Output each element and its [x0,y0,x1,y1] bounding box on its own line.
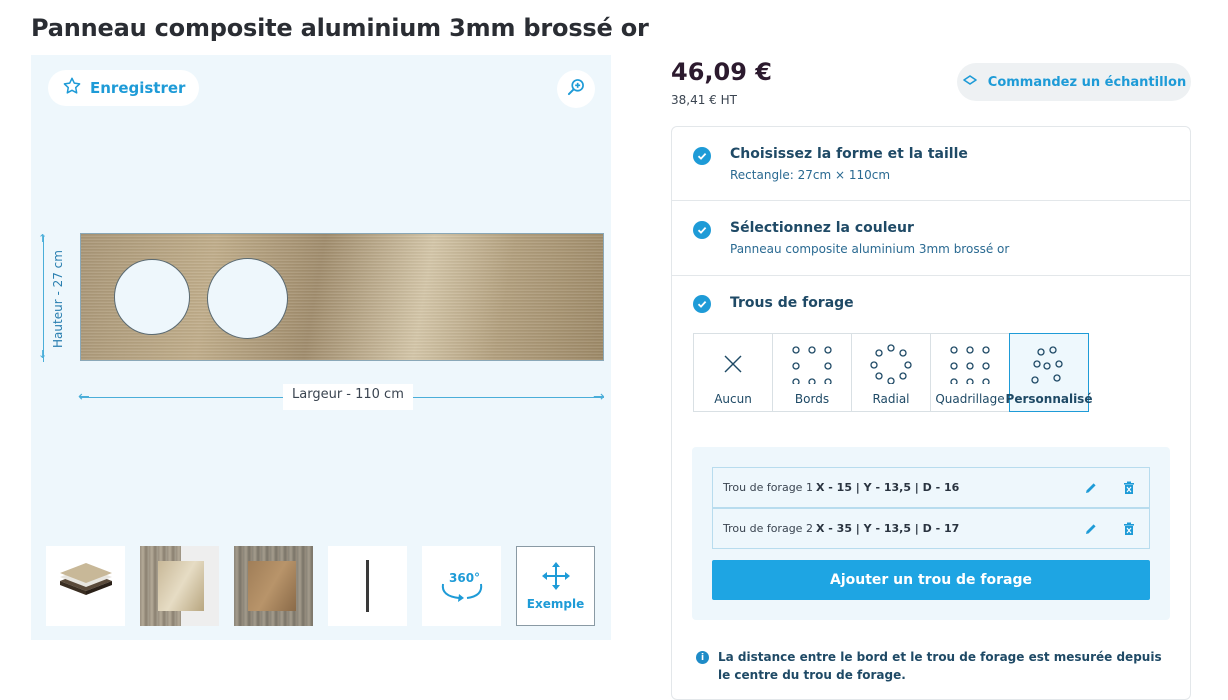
option-none[interactable]: Aucun [693,333,773,412]
hole-row-2: Trou de forage 2 X - 35 | Y - 13,5 | D -… [712,508,1150,549]
order-sample-button[interactable]: Commandez un échantillon [957,63,1191,101]
zoom-in-icon [566,77,586,101]
drill-hole-2 [207,258,288,339]
save-button[interactable]: Enregistrer [48,70,200,106]
height-dimension: ↑ ↓ Hauteur - 27 cm [22,232,65,362]
option-label: Radial [872,392,910,406]
thumb-example[interactable]: Exemple [516,546,595,626]
layers-icon [59,563,112,595]
delete-trash-icon[interactable] [1121,480,1137,496]
info-icon: i [696,651,709,664]
option-edges[interactable]: Bords [772,333,852,412]
custom-holes-panel: Trou de forage 1 X - 15 | Y - 13,5 | D -… [692,447,1170,620]
move-icon [541,562,570,590]
drill-hole-1 [114,259,190,335]
width-label: Largeur - 110 cm [283,384,413,410]
grid-icon [931,344,1009,384]
edges-icon [773,344,851,384]
height-label: Hauteur - 27 cm [50,246,65,352]
thumb-360[interactable]: 360° [422,546,501,626]
custom-icon [1010,344,1088,384]
step-title: Choisissez la forme et la taille [730,146,968,162]
option-label: Aucun [714,392,752,406]
check-icon [693,147,711,165]
step-title: Sélectionnez la couleur [730,220,914,236]
option-label: Bords [794,392,830,406]
thumb-layers[interactable] [46,546,125,626]
hole-row-1: Trou de forage 1 X - 15 | Y - 13,5 | D -… [712,467,1150,508]
edit-pencil-icon[interactable] [1083,480,1099,496]
info-note-text: La distance entre le bord et le trou de … [718,650,1162,682]
x-icon [694,344,772,384]
hole-row-actions [1083,521,1137,537]
step-color[interactable]: Sélectionnez la couleur Panneau composit… [672,201,1190,276]
swatch-icon [962,74,978,90]
radial-icon [852,344,930,384]
option-custom[interactable]: Personnalisé [1006,333,1092,412]
info-note: i La distance entre le bord et le trou d… [696,648,1166,684]
step-title-drill-holes: Trous de forage [730,295,854,311]
panel-preview [80,233,604,361]
step-subtitle: Panneau composite aluminium 3mm brossé o… [730,242,1010,256]
edit-pencil-icon[interactable] [1083,521,1099,537]
price-ht: 38,41 € HT [671,93,737,107]
hole-row-prefix: Trou de forage 1 [723,481,813,494]
height-dimension-line [43,236,44,362]
edge-profile-icon [366,560,369,612]
hole-row-actions [1083,480,1137,496]
delete-trash-icon[interactable] [1121,521,1137,537]
configurator: Choisissez la forme et la taille Rectang… [671,126,1191,700]
add-drill-hole-button[interactable]: Ajouter un trou de forage [712,560,1150,600]
save-label: Enregistrer [90,79,186,97]
thumb-edge-profile[interactable] [328,546,407,626]
option-label: Quadrillage [935,392,1005,406]
step-subtitle: Rectangle: 27cm × 110cm [730,168,891,182]
arrow-right-icon: → [593,389,605,405]
option-radial[interactable]: Radial [851,333,931,412]
check-icon [693,295,711,313]
product-title: Panneau composite aluminium 3mm brossé o… [31,14,649,42]
rotate-360-label: 360° [449,571,480,585]
hole-row-values: X - 15 | Y - 13,5 | D - 16 [815,481,960,494]
thumb-panel-gold [158,561,204,611]
thumb-panel-bronze [248,561,296,611]
order-sample-label: Commandez un échantillon [987,74,1187,90]
thumb-brushed-gold[interactable] [140,546,219,626]
star-icon [62,76,82,100]
option-grid[interactable]: Quadrillage [930,333,1010,412]
step-shape-size[interactable]: Choisissez la forme et la taille Rectang… [672,127,1190,201]
check-icon [693,221,711,239]
zoom-button[interactable] [557,70,595,108]
example-label: Exemple [526,597,585,611]
hole-row-prefix: Trou de forage 2 [723,522,813,535]
hole-row-values: X - 35 | Y - 13,5 | D - 17 [815,522,960,535]
thumbnail-strip: 360° Exemple [46,546,595,626]
arrow-left-icon: ← [78,389,90,405]
rotate-360-icon: 360° [441,571,482,602]
arrow-down-icon: ↓ [38,348,48,361]
price: 46,09 € [671,58,772,86]
hole-pattern-options: Aucun Bords Radial Quadrillage Personnal… [693,333,1092,412]
option-label: Personnalisé [1005,392,1093,406]
thumb-bronze[interactable] [234,546,313,626]
arrow-up-icon: ↑ [38,232,48,245]
